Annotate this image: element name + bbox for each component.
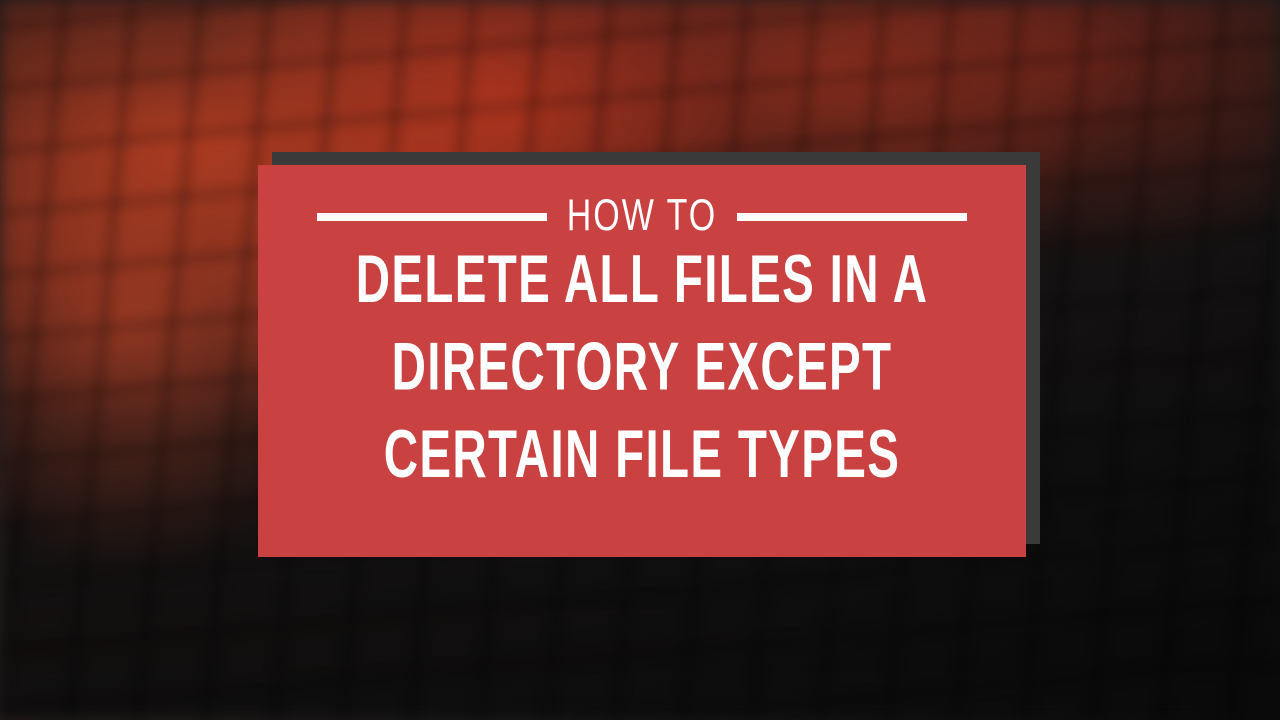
eyebrow-text: HOW TO <box>567 191 718 242</box>
main-title: DELETE ALL FILES IN A DIRECTORY EXCEPT C… <box>339 236 944 499</box>
title-card: HOW TO DELETE ALL FILES IN A DIRECTORY E… <box>258 165 1026 557</box>
decorative-line-left <box>317 213 547 221</box>
eyebrow-row: HOW TO <box>298 197 986 236</box>
decorative-line-right <box>737 213 967 221</box>
